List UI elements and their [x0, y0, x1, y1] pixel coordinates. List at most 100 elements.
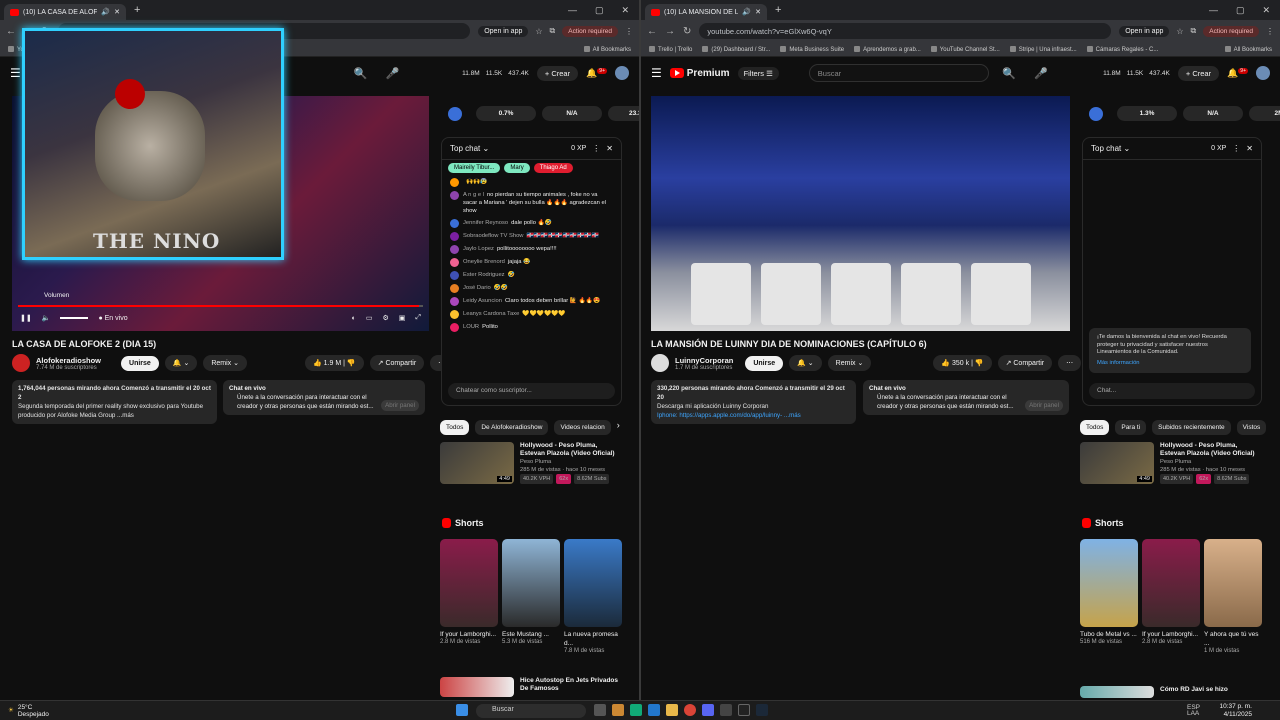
chat-author-name[interactable]: José Dario: [463, 285, 491, 291]
rec-tab-vistos[interactable]: Vistos: [1236, 420, 1267, 435]
browser-tab[interactable]: (10) LA CASA DE ALOFOKE 🔊 ✕: [4, 4, 126, 20]
short-card[interactable]: Este Mustang ... 5.3 M de vistas: [502, 539, 560, 654]
browser-menu-icon[interactable]: ⋮: [1266, 27, 1274, 36]
steam-icon[interactable]: [756, 704, 768, 716]
channel-avatar[interactable]: [12, 354, 30, 372]
chat-author-name[interactable]: Leanys Cardona Taxe: [463, 311, 519, 317]
live-indicator[interactable]: ● En vivo: [98, 315, 127, 322]
bookmark-item[interactable]: Trello | Trello: [649, 46, 692, 53]
minimize-icon[interactable]: —: [1209, 5, 1218, 16]
chat-close-icon[interactable]: ✕: [1246, 144, 1253, 153]
remix-button[interactable]: Remix ⌄: [203, 355, 247, 371]
action-required-button[interactable]: Action required: [562, 25, 618, 37]
windows-start-icon[interactable]: [456, 704, 468, 716]
short-thumbnail[interactable]: [1204, 539, 1262, 627]
app-icon[interactable]: [738, 704, 750, 716]
tab-audio-icon[interactable]: 🔊: [101, 8, 110, 16]
remix-button[interactable]: Remix ⌄: [827, 355, 872, 371]
search-icon[interactable]: 🔍: [997, 64, 1021, 82]
volume-slider[interactable]: [60, 317, 89, 319]
menu-icon[interactable]: ☰: [651, 66, 662, 80]
back-icon[interactable]: ←: [6, 26, 16, 37]
settings-icon[interactable]: ⚙: [382, 314, 388, 322]
chat-author-name[interactable]: Leidy Asuncion: [463, 298, 502, 304]
short-card[interactable]: If your Lamborghi... 2.8 M de vistas: [440, 539, 498, 654]
rec-video-bottom[interactable]: Hice Autostop En Jets Privados De Famoso…: [440, 677, 620, 697]
fullscreen-icon[interactable]: ⤢: [415, 314, 421, 322]
bookmark-item[interactable]: (29) Dashboard / Str...: [702, 46, 770, 53]
chrome-icon[interactable]: [684, 704, 696, 716]
autoplay-toggle[interactable]: ◐: [352, 315, 356, 322]
folder-icon[interactable]: [666, 704, 678, 716]
taskbar-search[interactable]: Buscar: [476, 704, 586, 718]
chat-author-name[interactable]: Jaylo Lopez: [463, 246, 494, 252]
rec-thumbnail[interactable]: [1080, 686, 1154, 698]
stats-icon[interactable]: [1089, 106, 1103, 121]
top-chat-dropdown[interactable]: Top chat ⌄: [450, 144, 489, 153]
tab-close-icon[interactable]: ✕: [114, 8, 120, 16]
star-icon[interactable]: ☆: [535, 27, 542, 36]
rec-tab-todos[interactable]: Todos: [440, 420, 470, 435]
bell-icon[interactable]: 🔔 ⌄: [789, 355, 822, 371]
rec-tab-recent[interactable]: Subidos recientemente: [1152, 420, 1231, 435]
language-indicator[interactable]: ESP LAA: [1187, 704, 1200, 717]
explorer-icon[interactable]: [612, 704, 624, 716]
top-chat-dropdown[interactable]: Top chat ⌄: [1091, 144, 1130, 153]
avatar[interactable]: [1256, 66, 1270, 80]
rec-thumbnail[interactable]: [440, 677, 514, 697]
more-actions-icon[interactable]: ⋯: [1058, 355, 1082, 371]
open-in-app-button[interactable]: Open in app: [478, 25, 529, 37]
like-button[interactable]: 👍 350 k | 👎: [933, 355, 992, 371]
taskview-icon[interactable]: [594, 704, 606, 716]
short-thumbnail[interactable]: [564, 539, 622, 627]
store-icon[interactable]: [648, 704, 660, 716]
chat-close-icon[interactable]: ✕: [606, 144, 613, 153]
bell-icon[interactable]: 🔔 ⌄: [164, 355, 198, 371]
more-info-link[interactable]: Más información: [1097, 360, 1243, 368]
video-player[interactable]: THE NINO Volumen ❚❚ 🔈 ● En vivo ◐ ▭ ⚙ ▣ …: [12, 28, 429, 331]
chat-author-name[interactable]: Ester Rodriguez: [463, 272, 505, 278]
back-icon[interactable]: ←: [647, 26, 657, 37]
minimize-icon[interactable]: —: [568, 5, 577, 16]
browser-tab[interactable]: (10) LA MANSIÓN DE LUINNY 🔊 ✕: [645, 4, 767, 20]
open-panel-button[interactable]: Abrir panel: [381, 400, 419, 411]
pause-icon[interactable]: ❚❚: [20, 314, 32, 322]
search-input[interactable]: Buscar: [808, 64, 989, 82]
maximize-icon[interactable]: ▢: [1236, 5, 1245, 16]
filters-button[interactable]: Filters ☰: [737, 66, 779, 80]
rec-video[interactable]: 4:49 Hollywood - Peso Pluma, Estevan Pla…: [440, 442, 620, 484]
join-button[interactable]: Unirse: [745, 355, 784, 371]
rec-tab-todos[interactable]: Todos: [1080, 420, 1110, 435]
channel-name[interactable]: Alofokeradioshow: [36, 356, 101, 365]
open-in-app-button[interactable]: Open in app: [1119, 25, 1170, 37]
short-thumbnail[interactable]: [502, 539, 560, 627]
short-card[interactable]: Y ahora que tú ves ... 1 M de vistas: [1204, 539, 1262, 654]
bookmark-item[interactable]: Meta Business Suite: [780, 46, 844, 53]
rec-tab-related[interactable]: Videos relacion: [554, 420, 611, 435]
channel-name[interactable]: LuinnyCorporan: [675, 356, 733, 365]
maximize-icon[interactable]: ▢: [595, 5, 604, 16]
close-window-icon[interactable]: ✕: [1262, 5, 1270, 16]
search-icon[interactable]: 🔍: [349, 64, 373, 82]
stats-icon[interactable]: [448, 106, 462, 121]
progress-bar[interactable]: [18, 305, 423, 307]
join-button[interactable]: Unirse: [121, 355, 159, 371]
bookmark-item[interactable]: All Bookmarks: [1225, 46, 1272, 53]
bookmark-item[interactable]: Aprendemos a grab...: [854, 46, 921, 53]
chevron-right-icon[interactable]: ›: [617, 420, 620, 435]
notifications-icon[interactable]: 🔔 9+: [1227, 67, 1248, 79]
volume-icon[interactable]: 🔈: [42, 314, 51, 322]
miniplayer-icon[interactable]: ▣: [399, 314, 406, 322]
rec-tab-para-ti[interactable]: Para ti: [1115, 420, 1147, 435]
tab-close-icon[interactable]: ✕: [755, 8, 761, 16]
short-thumbnail[interactable]: [1080, 539, 1138, 627]
mic-icon[interactable]: 🎤: [381, 64, 405, 82]
short-thumbnail[interactable]: [1142, 539, 1200, 627]
chat-chip[interactable]: Thiago Ad: [533, 163, 573, 173]
menu-icon[interactable]: ☰: [10, 66, 21, 80]
new-tab-button[interactable]: +: [134, 4, 140, 16]
action-required-button[interactable]: Action required: [1203, 25, 1259, 37]
avatar[interactable]: [615, 66, 629, 80]
extensions-icon[interactable]: ⧉: [550, 26, 556, 36]
rec-thumbnail[interactable]: 4:49: [1080, 442, 1154, 484]
